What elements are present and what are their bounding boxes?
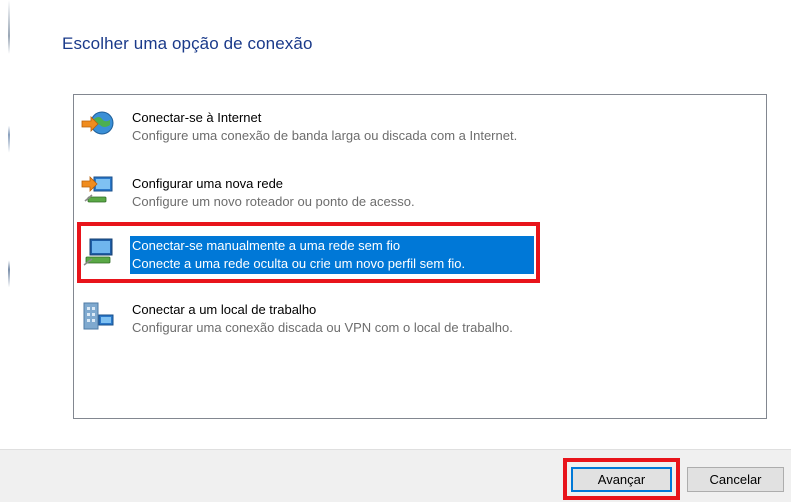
option-title: Conectar-se à Internet: [132, 110, 262, 125]
workplace-vpn-icon: [83, 302, 114, 330]
option-new-network[interactable]: Configurar uma nova rede Configure um no…: [78, 163, 758, 209]
option-title: Configurar uma nova rede: [132, 176, 284, 191]
option-description: Configure um novo roteador ou ponto de a…: [132, 194, 415, 209]
option-title: Conectar a um local de trabalho: [132, 302, 317, 317]
option-title: Conectar-se manualmente a uma rede sem f…: [132, 238, 401, 253]
annotation-highlight-next: [563, 458, 680, 500]
globe-connection-icon: [81, 111, 114, 135]
cancel-button[interactable]: Cancelar: [687, 467, 784, 492]
connection-options-list: Conectar-se à Internet Configure uma con…: [73, 94, 767, 419]
option-description: Conecte a uma rede oculta ou crie um nov…: [132, 256, 466, 271]
option-description: Configurar uma conexão discada ou VPN co…: [132, 320, 513, 335]
window-left-edge: [8, 0, 10, 449]
new-network-icon: [81, 176, 113, 203]
page-title: Escolher uma opção de conexão: [62, 34, 313, 53]
option-workplace[interactable]: Conectar a um local de trabalho Configur…: [78, 289, 758, 335]
option-description: Configure uma conexão de banda larga ou …: [132, 128, 518, 143]
option-connect-internet[interactable]: Conectar-se à Internet Configure uma con…: [78, 97, 758, 143]
